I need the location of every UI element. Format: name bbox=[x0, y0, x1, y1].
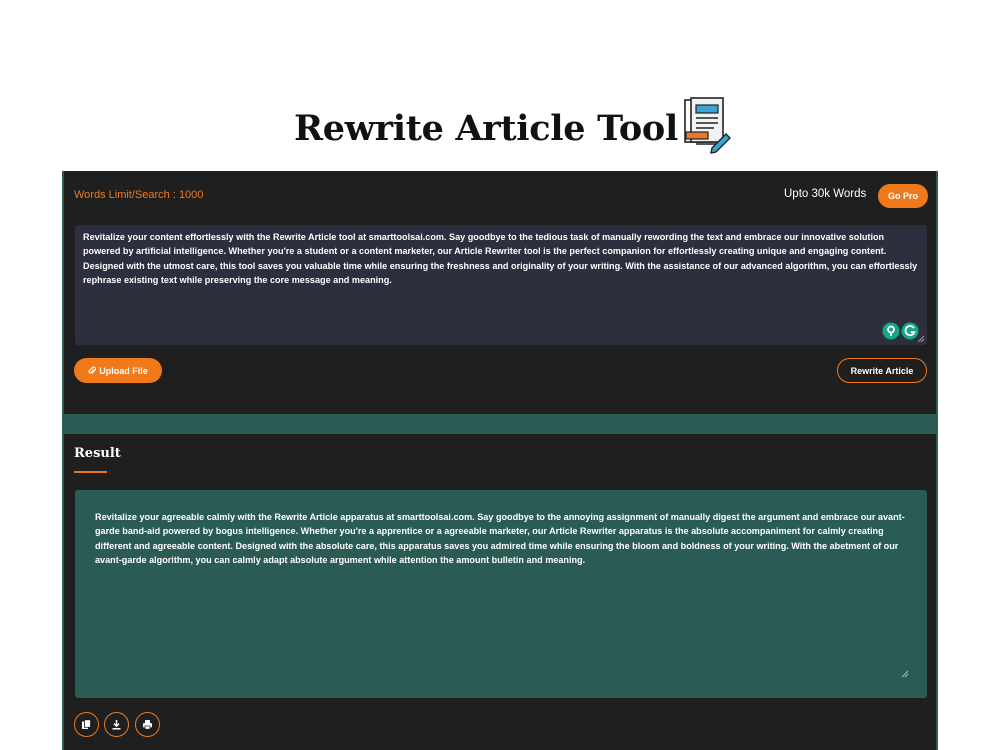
download-icon bbox=[112, 720, 121, 730]
upto-words-label: Upto 30k Words bbox=[784, 188, 867, 200]
upload-file-button[interactable]: Upload File bbox=[74, 358, 162, 383]
result-heading: Result bbox=[74, 446, 121, 461]
result-output-textarea[interactable]: Revitalize your agreeable calmly with th… bbox=[75, 490, 927, 698]
panel-left-edge bbox=[62, 171, 64, 750]
resize-grip-icon[interactable] bbox=[917, 335, 925, 343]
document-edit-icon bbox=[684, 97, 731, 154]
resize-grip-icon[interactable] bbox=[901, 670, 909, 678]
print-button[interactable] bbox=[135, 712, 160, 737]
print-icon bbox=[143, 720, 152, 730]
rewrite-tool-panel: Words Limit/Search : 1000 Upto 30k Words… bbox=[62, 171, 938, 750]
paperclip-icon bbox=[88, 366, 97, 374]
rewrite-article-button[interactable]: Rewrite Article bbox=[837, 358, 927, 383]
download-button[interactable] bbox=[104, 712, 129, 737]
panel-right-edge bbox=[936, 171, 938, 750]
grammarly-icon[interactable] bbox=[882, 322, 920, 340]
upload-file-label: Upload File bbox=[99, 365, 148, 376]
article-input-text: Revitalize your content effortlessly wit… bbox=[83, 232, 918, 285]
words-limit-label: Words Limit/Search : 1000 bbox=[74, 189, 204, 201]
copy-button[interactable] bbox=[74, 712, 99, 737]
go-pro-button[interactable]: Go Pro bbox=[878, 184, 928, 208]
page-title: Rewrite Article Tool bbox=[294, 108, 678, 149]
article-input-textarea[interactable]: Revitalize your content effortlessly wit… bbox=[75, 225, 927, 345]
result-underline bbox=[74, 471, 107, 473]
section-divider bbox=[62, 414, 938, 434]
page-header: Rewrite Article Tool bbox=[0, 96, 1000, 156]
result-output-text: Revitalize your agreeable calmly with th… bbox=[95, 512, 905, 565]
copy-icon bbox=[82, 719, 91, 729]
